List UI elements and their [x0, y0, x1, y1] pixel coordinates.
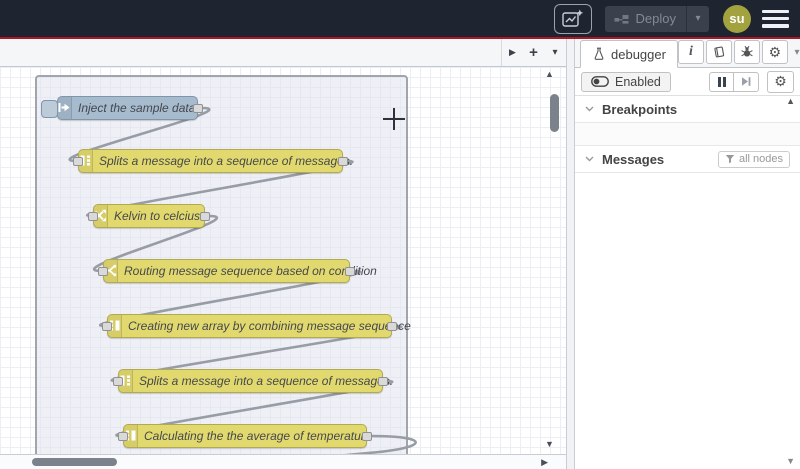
scroll-tabs-right-button[interactable]: ▶	[502, 47, 523, 58]
input-port[interactable]	[102, 321, 112, 331]
enabled-label: Enabled	[615, 74, 661, 89]
node-split-2[interactable]: Splits a message into a sequence of mess…	[113, 368, 393, 393]
flow-list-button[interactable]: ▾	[544, 47, 566, 58]
deploy-label: Deploy	[635, 11, 676, 26]
node-switch[interactable]: Routing message sequence based on condit…	[98, 258, 377, 283]
flow-generator-button[interactable]	[553, 3, 592, 34]
section-label: Breakpoints	[602, 101, 678, 117]
hamburger-icon	[762, 9, 789, 13]
output-port[interactable]	[345, 266, 355, 276]
input-port[interactable]	[113, 376, 123, 386]
output-port[interactable]	[362, 431, 372, 441]
node-inject[interactable]: Inject the sample data	[41, 95, 203, 120]
header-bar: Deploy ▾ su	[0, 0, 800, 37]
input-port[interactable]	[98, 266, 108, 276]
sidebar-tabbar: debugger i ⚙ ▾	[575, 39, 800, 68]
help-tab-button[interactable]	[705, 40, 732, 64]
node-label: Splits a message into a sequence of mess…	[139, 373, 394, 388]
canvas-vertical-scrollbar[interactable]	[550, 93, 559, 132]
breakpoints-empty-content	[575, 123, 800, 146]
inject-icon	[58, 103, 70, 113]
flow-sparkle-icon	[561, 9, 583, 27]
tab-debugger[interactable]: debugger	[580, 40, 678, 68]
pause-icon	[717, 76, 726, 87]
breakpoints-section-header[interactable]: Breakpoints	[575, 96, 800, 123]
flask-icon	[594, 47, 604, 60]
node-label: Inject the sample data	[78, 100, 196, 115]
main-menu-button[interactable]	[762, 9, 789, 28]
output-port[interactable]	[387, 321, 397, 331]
node-red-app: Deploy ▾ su ▶ + ▾ Inject the sample data…	[0, 0, 800, 469]
user-avatar[interactable]: su	[723, 4, 751, 33]
flow-canvas[interactable]: Inject the sample data Splits a message …	[0, 66, 566, 455]
debugger-settings-button[interactable]: ⚙	[767, 70, 794, 93]
node-join-average[interactable]: Calculating the the average of temperatu…	[118, 423, 372, 448]
sidebar-tab-buttons: i ⚙ ▾	[677, 40, 800, 64]
tabstrip-controls: ▶ + ▾	[501, 39, 566, 66]
gear-icon: ⚙	[768, 43, 782, 60]
node-label: Splits a message into a sequence of mess…	[99, 153, 354, 168]
debugger-enabled-toggle[interactable]: Enabled	[581, 71, 671, 92]
workspace: ▶ + ▾ Inject the sample data Splits a me…	[0, 39, 566, 469]
sidebar-scroll-up-arrow[interactable]: ▲	[786, 96, 795, 106]
bug-icon	[741, 45, 753, 57]
chevron-down-icon: ▾	[695, 13, 701, 24]
info-icon: i	[689, 44, 693, 59]
canvas-horizontal-scrollbar[interactable]	[32, 458, 117, 467]
canvas-scroll-down-arrow[interactable]: ▼	[545, 439, 554, 449]
output-port[interactable]	[338, 156, 348, 166]
debug-tab-button[interactable]	[733, 40, 760, 64]
book-icon	[714, 46, 725, 58]
deploy-options-button[interactable]: ▾	[686, 5, 709, 32]
gear-icon: ⚙	[774, 73, 787, 89]
node-change[interactable]: Kelvin to celcius	[88, 203, 210, 228]
toggle-icon	[591, 76, 609, 87]
main-area: ▶ + ▾ Inject the sample data Splits a me…	[0, 39, 800, 469]
messages-list[interactable]	[575, 173, 800, 469]
node-split-1[interactable]: Splits a message into a sequence of mess…	[73, 148, 353, 173]
flow-tabstrip: ▶ + ▾	[0, 39, 566, 67]
input-port[interactable]	[118, 431, 128, 441]
chevron-down-icon	[585, 106, 594, 112]
canvas-scroll-up-arrow[interactable]: ▲	[545, 69, 554, 79]
message-filter-button[interactable]: all nodes	[717, 150, 790, 168]
sidebar: debugger i ⚙ ▾ Enabled ⚙ Breakpoints Mes…	[575, 39, 800, 469]
sidebar-scroll-down-arrow[interactable]: ▼	[786, 456, 795, 466]
tab-label: debugger	[611, 46, 666, 62]
section-label: Messages	[602, 151, 665, 167]
node-label: Calculating the the average of temperatu…	[144, 428, 372, 443]
add-flow-button[interactable]: +	[523, 44, 544, 61]
deploy-icon	[614, 14, 629, 24]
sidebar-tab-list-button[interactable]: ▾	[790, 47, 800, 58]
filter-funnel-icon	[725, 155, 735, 164]
node-label: Creating new array by combining message …	[128, 318, 411, 333]
output-port[interactable]	[378, 376, 388, 386]
deploy-button-main[interactable]: Deploy	[605, 11, 686, 26]
sidebar-splitter[interactable]	[566, 39, 575, 469]
output-port[interactable]	[193, 103, 203, 113]
chevron-down-icon	[585, 156, 594, 162]
deploy-button[interactable]: Deploy ▾	[604, 5, 709, 32]
canvas-scroll-right-arrow[interactable]: ▶	[541, 457, 548, 468]
node-join-1[interactable]: Creating new array by combining message …	[102, 313, 411, 338]
input-port[interactable]	[88, 211, 98, 221]
debugger-play-controls	[709, 71, 759, 92]
node-label: Kelvin to celcius	[114, 208, 201, 223]
debugger-toolbar: Enabled ⚙	[575, 68, 800, 96]
inject-trigger-button[interactable]	[41, 99, 58, 118]
node-label: Routing message sequence based on condit…	[124, 263, 377, 278]
settings-tab-button[interactable]: ⚙	[761, 40, 788, 64]
canvas-horizontal-scroll-strip: ▶	[0, 454, 566, 469]
messages-section-header[interactable]: Messages all nodes	[575, 146, 800, 173]
pause-button[interactable]	[709, 71, 734, 92]
inject-node-icon-region	[58, 96, 72, 119]
step-button[interactable]	[734, 71, 759, 92]
output-port[interactable]	[200, 211, 210, 221]
step-forward-icon	[742, 77, 751, 86]
info-tab-button[interactable]: i	[677, 40, 704, 64]
input-port[interactable]	[73, 156, 83, 166]
filter-label: all nodes	[738, 153, 783, 165]
